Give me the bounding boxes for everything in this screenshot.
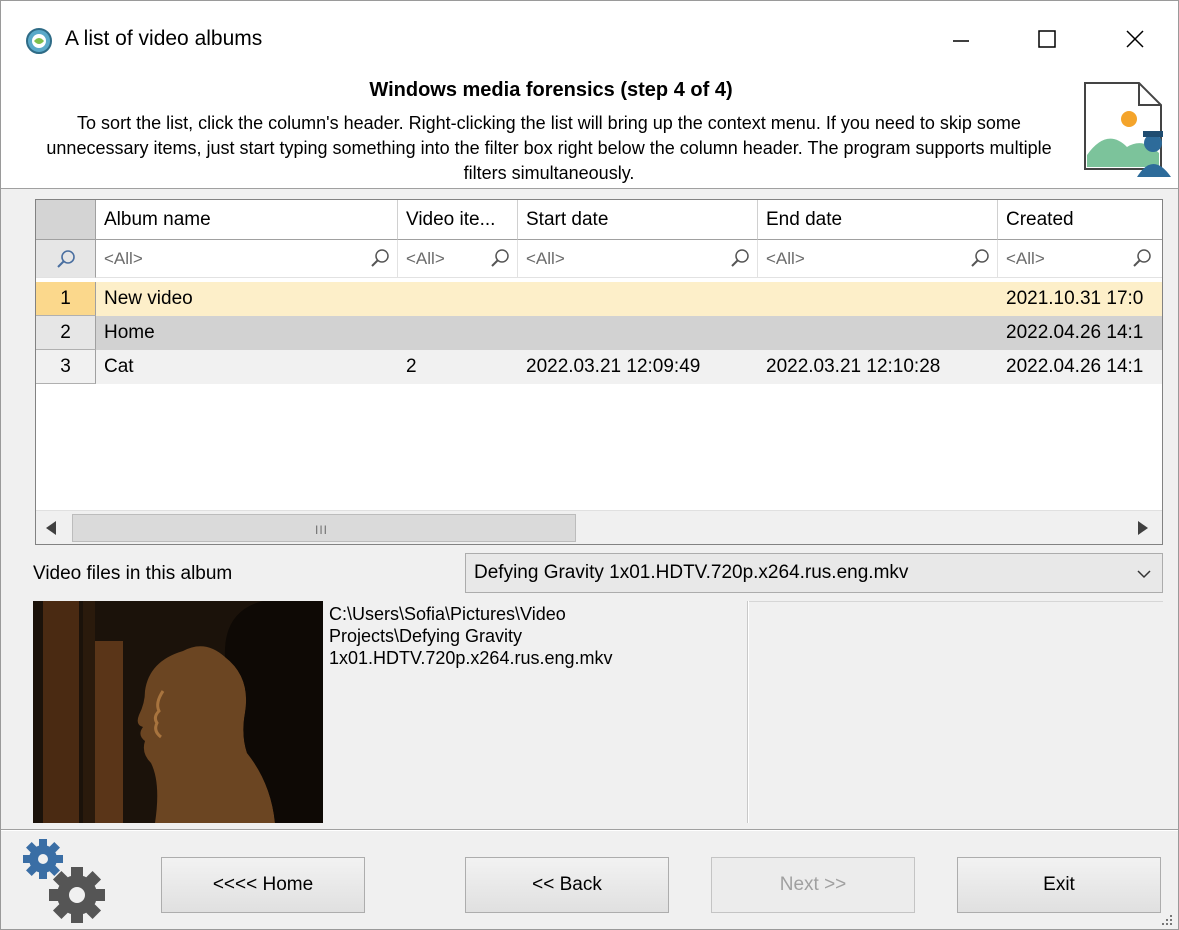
- row-number: 2: [36, 316, 96, 350]
- search-icon: [731, 249, 749, 267]
- filter-placeholder: <All>: [1006, 248, 1045, 268]
- path-line: C:\Users\Sofia\Pictures\Video: [329, 604, 566, 624]
- filter-album-name[interactable]: <All>: [96, 240, 398, 278]
- close-icon: [1126, 30, 1144, 48]
- cell-created: 2022.04.26 14:1: [998, 350, 1162, 384]
- step-title: Windows media forensics (step 4 of 4): [369, 79, 733, 101]
- horizontal-scrollbar[interactable]: III: [36, 510, 1162, 544]
- window-title: A list of video albums: [65, 27, 263, 50]
- scrollbar-grip: III: [315, 523, 329, 537]
- search-icon: [1133, 249, 1151, 267]
- cell-album-name: Cat: [96, 350, 398, 384]
- filter-placeholder: <All>: [104, 248, 143, 268]
- minimize-button[interactable]: [933, 19, 989, 59]
- column-header-album-name[interactable]: Album name: [96, 200, 398, 240]
- app-icon: [26, 28, 52, 54]
- cell-end-date: 2022.03.21 12:10:28: [758, 350, 998, 384]
- media-forensics-icon: [1084, 82, 1171, 177]
- chevron-down-icon: [1137, 570, 1151, 579]
- column-header-end-date[interactable]: End date: [758, 200, 998, 240]
- cell-album-name: Home: [96, 316, 398, 350]
- header-corner: [36, 200, 96, 240]
- instructions-text: To sort the list, click the column's hea…: [46, 113, 1052, 183]
- dialog-window: A list of video albums Windows media for…: [0, 0, 1179, 930]
- video-file-selected: Defying Gravity 1x01.HDTV.720p.x264.rus.…: [474, 562, 909, 583]
- video-file-dropdown[interactable]: Defying Gravity 1x01.HDTV.720p.x264.rus.…: [465, 553, 1163, 593]
- cell-start-date: 2022.03.21 12:09:49: [518, 350, 758, 384]
- video-files-label: Video files in this album: [33, 563, 233, 584]
- cell-start-date: [518, 282, 758, 316]
- filter-placeholder: <All>: [526, 248, 565, 268]
- gears-icon: [23, 839, 105, 923]
- cell-video-items: 2: [398, 350, 518, 384]
- panel-top-border: [749, 601, 1163, 602]
- column-header-start-date[interactable]: Start date: [518, 200, 758, 240]
- row-number: 3: [36, 350, 96, 384]
- table-row[interactable]: 3 Cat 2 2022.03.21 12:09:49 2022.03.21 1…: [36, 350, 1162, 384]
- row-number: 1: [36, 282, 96, 316]
- resize-grip-icon[interactable]: [1160, 913, 1174, 927]
- scrollbar-thumb[interactable]: III: [72, 514, 576, 542]
- scroll-right-icon[interactable]: [1132, 519, 1152, 537]
- column-header-video-items[interactable]: Video ite...: [398, 200, 518, 240]
- wizard-header: Windows media forensics (step 4 of 4) To…: [1, 77, 1178, 189]
- cell-video-items: [398, 316, 518, 350]
- footer-divider: [1, 829, 1178, 831]
- maximize-button[interactable]: [1019, 19, 1075, 59]
- title-bar: A list of video albums: [1, 1, 1178, 77]
- next-button[interactable]: Next >>: [711, 857, 915, 913]
- home-button[interactable]: <<<< Home: [161, 857, 365, 913]
- filter-placeholder: <All>: [766, 248, 805, 268]
- filter-end-date[interactable]: <All>: [758, 240, 998, 278]
- path-line: Projects\Defying Gravity: [329, 626, 523, 646]
- cell-end-date: [758, 282, 998, 316]
- video-thumbnail: [33, 601, 323, 823]
- maximize-icon: [1038, 30, 1056, 48]
- search-icon: [371, 249, 389, 267]
- filter-start-date[interactable]: <All>: [518, 240, 758, 278]
- filter-row: <All> <All> <All> <All> <All>: [36, 240, 1162, 278]
- panel-divider: [747, 601, 749, 823]
- cell-album-name: New video: [96, 282, 398, 316]
- minimize-icon: [953, 40, 969, 42]
- cell-created: 2022.04.26 14:1: [998, 316, 1162, 350]
- cell-start-date: [518, 316, 758, 350]
- back-button[interactable]: << Back: [465, 857, 669, 913]
- search-icon: [971, 249, 989, 267]
- exit-button[interactable]: Exit: [957, 857, 1161, 913]
- column-header-created[interactable]: Created: [998, 200, 1162, 240]
- column-header-row: Album name Video ite... Start date End d…: [36, 200, 1162, 240]
- filter-created[interactable]: <All>: [998, 240, 1162, 278]
- search-icon: [491, 249, 509, 267]
- filter-video-items[interactable]: <All>: [398, 240, 518, 278]
- cell-end-date: [758, 316, 998, 350]
- close-button[interactable]: [1107, 19, 1163, 59]
- scroll-left-icon[interactable]: [42, 519, 62, 537]
- video-file-path: C:\Users\Sofia\Pictures\Video Projects\D…: [329, 603, 739, 669]
- filter-indicator: [36, 240, 96, 278]
- table-row[interactable]: 2 Home 2022.04.26 14:1: [36, 316, 1162, 350]
- cell-created: 2021.10.31 17:0: [998, 282, 1162, 316]
- path-line: 1x01.HDTV.720p.x264.rus.eng.mkv: [329, 648, 613, 668]
- search-icon: [56, 249, 75, 268]
- table-row[interactable]: 1 New video 2021.10.31 17:0: [36, 282, 1162, 316]
- filter-placeholder: <All>: [406, 248, 445, 268]
- cell-video-items: [398, 282, 518, 316]
- albums-grid[interactable]: Album name Video ite... Start date End d…: [35, 199, 1163, 545]
